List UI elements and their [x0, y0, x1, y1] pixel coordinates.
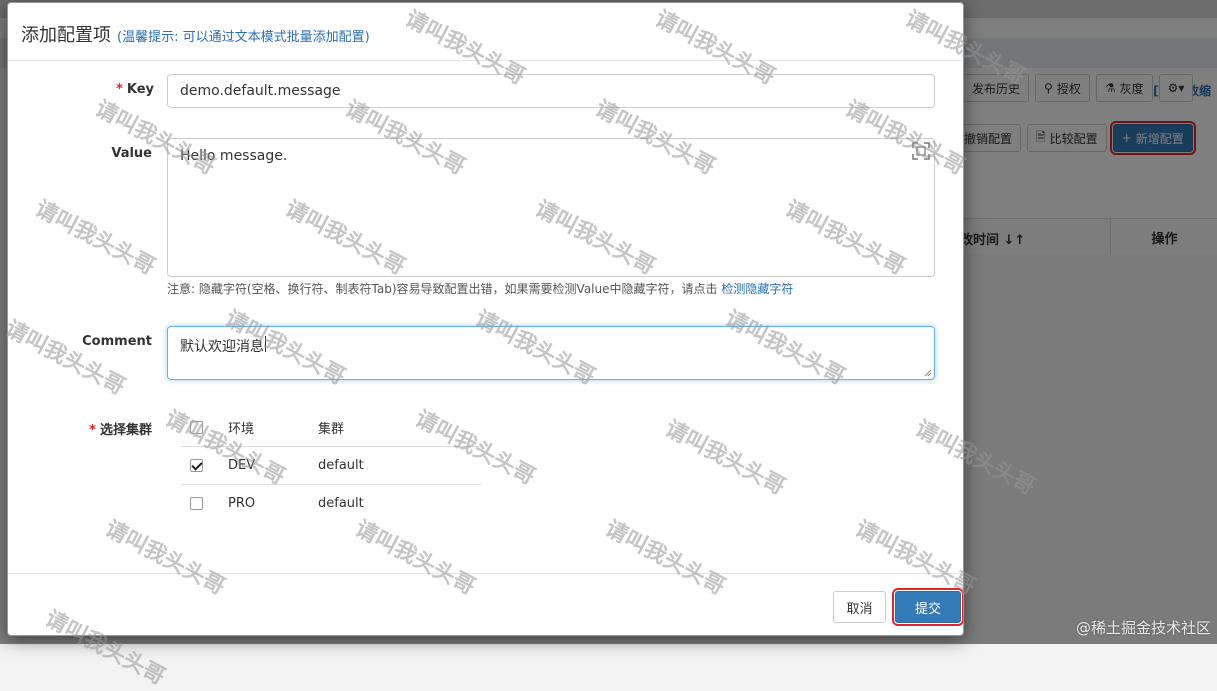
- check-hidden-chars-link[interactable]: 检测隐藏字符: [721, 282, 793, 296]
- fullscreen-icon[interactable]: [912, 142, 930, 160]
- table-row[interactable]: DEV default: [181, 446, 481, 485]
- comment-label: Comment: [82, 334, 152, 349]
- resize-handle-icon[interactable]: [924, 369, 932, 377]
- value-label: Value: [111, 146, 152, 161]
- select-all-checkbox[interactable]: [190, 421, 203, 434]
- site-watermark: @稀土掘金技术社区: [1075, 619, 1211, 637]
- cluster-table-header: 环境 集群: [181, 409, 481, 447]
- cancel-button[interactable]: 取消: [833, 591, 886, 623]
- modal-footer: 取消 提交: [8, 573, 963, 635]
- key-input[interactable]: demo.default.message: [167, 74, 935, 108]
- cluster-label: * 选择集群: [89, 423, 152, 438]
- key-label: * Key: [116, 82, 154, 97]
- value-textarea[interactable]: Hello message.: [167, 138, 935, 277]
- text-caret: [265, 336, 266, 352]
- env-cell: DEV: [228, 446, 318, 485]
- cluster-cell: default: [318, 446, 481, 485]
- env-cell: PRO: [228, 484, 318, 522]
- row-checkbox-pro[interactable]: [190, 497, 203, 510]
- comment-textarea[interactable]: 默认欢迎消息: [167, 326, 935, 380]
- column-env: 环境: [228, 422, 255, 437]
- submit-button[interactable]: 提交: [892, 588, 963, 626]
- add-config-modal: 添加配置项 (温馨提示: 可以通过文本模式批量添加配置) * Key demo.de…: [7, 2, 964, 636]
- cluster-table: 环境 集群 DEV default PRO default: [181, 409, 481, 522]
- table-row[interactable]: PRO default: [181, 484, 481, 522]
- row-checkbox-dev[interactable]: [190, 459, 203, 472]
- batch-add-tip[interactable]: (温馨提示: 可以通过文本模式批量添加配置): [117, 30, 370, 45]
- modal-title: 添加配置项 (温馨提示: 可以通过文本模式批量添加配置): [21, 25, 370, 46]
- column-cluster: 集群: [318, 422, 345, 437]
- hidden-char-note: 注意: 隐藏字符(空格、换行符、制表符Tab)容易导致配置出错，如果需要检测Va…: [167, 282, 794, 296]
- modal-header: 添加配置项 (温馨提示: 可以通过文本模式批量添加配置): [8, 3, 963, 61]
- cluster-cell: default: [318, 484, 481, 522]
